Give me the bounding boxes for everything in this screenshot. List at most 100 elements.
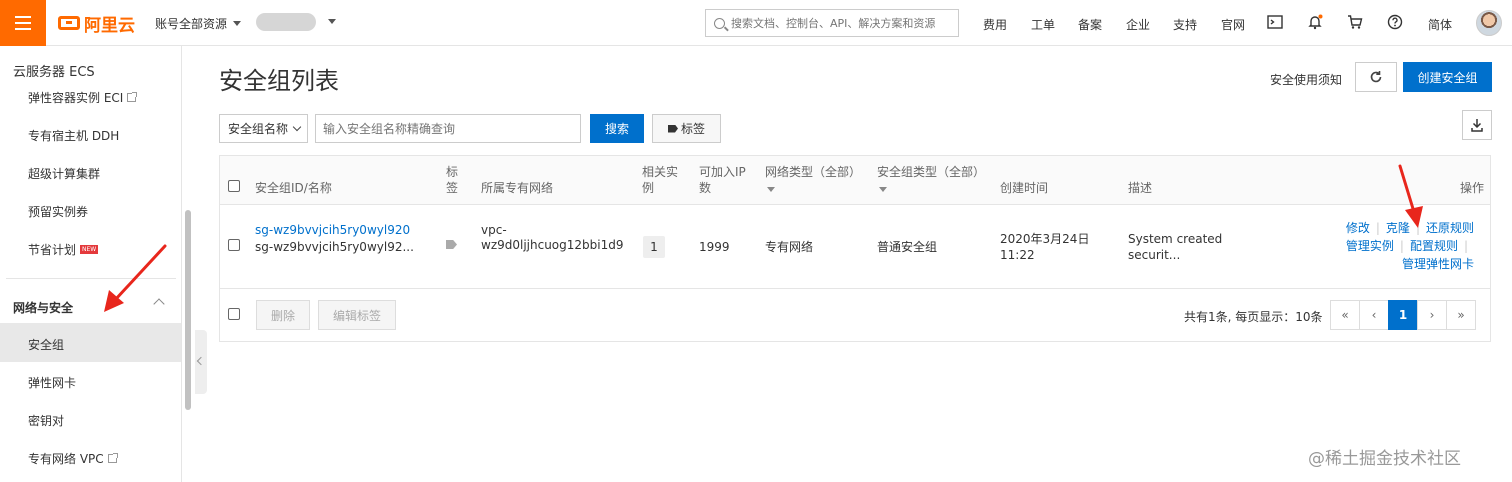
security-notice-link[interactable]: 安全使用须知 [1270,71,1342,88]
select-all-checkbox[interactable] [228,180,240,192]
header-network-type-filter[interactable]: 网络类型（全部） [765,164,861,180]
next-page-button[interactable]: › [1417,300,1447,330]
user-avatar[interactable] [1476,10,1502,36]
prev-page-button[interactable]: ‹ [1359,300,1389,330]
sidebar-item-eni[interactable]: 弹性网卡 [28,374,76,391]
related-instances-count[interactable]: 1 [643,236,665,258]
first-page-button[interactable]: « [1330,300,1360,330]
caret-down-icon[interactable] [767,187,775,192]
caret-down-icon[interactable] [328,19,336,24]
restore-rules-link[interactable]: 还原规则 [1426,221,1474,235]
header-related-instances: 例 [642,181,655,195]
sidebar-item-security-group[interactable]: 安全组 [28,336,64,353]
logo-text: 阿里云 [84,15,135,36]
clone-link[interactable]: 克隆 [1386,221,1410,235]
sidebar-item-keypair[interactable]: 密钥对 [28,412,64,429]
table-header: 安全组ID/名称 标 签 所属专有网络 相关实 例 可加入IP 数 网络类型（全… [220,156,1490,205]
sidebar-item-savings-plan[interactable]: 节省计划 NEW [28,241,99,258]
global-search-input[interactable] [731,16,951,30]
sidebar-item-label: 安全组 [28,338,65,352]
terminal-icon[interactable] [1267,14,1283,30]
hamburger-menu-icon[interactable] [0,0,46,46]
sidebar: 云服务器 ECS 弹性容器实例 ECI 专有宿主机 DDH 超级计算集群 预留实… [0,46,182,482]
header-id-name: 安全组ID/名称 [255,181,332,195]
sidebar-item-label: 专有宿主机 DDH [28,129,120,143]
security-group-id-link[interactable]: sg-wz9bvvjcih5ry0wyl920 [255,222,410,238]
chevron-up-icon[interactable] [153,298,165,310]
row-operations: 修改 | 克隆 | 还原规则 管理实例 | 配置规则 | 管理弹性网卡 [1345,221,1474,271]
configure-rules-link[interactable]: 配置规则 [1410,239,1458,253]
created-date: 2020年3月24日 [1000,232,1090,246]
tag-filter-button[interactable]: 标签 [652,114,721,143]
nav-enterprise[interactable]: 企业 [1126,16,1150,33]
sidebar-item-eci[interactable]: 弹性容器实例 ECI [28,89,138,106]
vpc-id: wz9d0ljjhcuog12bbi1d9 [481,238,624,252]
sidebar-item-ddh[interactable]: 专有宿主机 DDH [28,127,119,144]
refresh-icon [1370,71,1382,83]
nav-billing[interactable]: 费用 [983,16,1007,33]
modify-link[interactable]: 修改 [1346,221,1370,235]
aliyun-logo[interactable]: 阿里云 [58,12,135,36]
table-footer: 删除 编辑标签 共有1条, 每页显示：10条 « ‹ 1 › » [220,290,1490,342]
pagination-info: 共有1条, 每页显示：10条 [1184,310,1323,324]
last-page-button[interactable]: » [1446,300,1476,330]
sidebar-collapse-handle[interactable] [195,330,207,394]
sidebar-item-vpc[interactable]: 专有网络 VPC [28,450,118,467]
new-badge: NEW [80,245,99,254]
language-switch[interactable]: 简体 [1428,16,1452,33]
description: System created [1128,232,1223,246]
sidebar-item-reserved-instances[interactable]: 预留实例券 [28,203,88,220]
search-button[interactable]: 搜索 [590,114,644,143]
sidebar-item-label: 预留实例券 [28,205,89,219]
refresh-button[interactable] [1355,62,1397,92]
delete-button[interactable]: 删除 [256,300,310,330]
header-available-ip: 可加入IP [699,165,746,179]
footer-select-all-checkbox[interactable] [228,308,240,320]
security-group-table: 安全组ID/名称 标 签 所属专有网络 相关实 例 可加入IP 数 网络类型（全… [219,155,1491,342]
sidebar-item-scc[interactable]: 超级计算集群 [28,165,100,182]
security-group-type: 普通安全组 [877,240,938,254]
filter-field-value: 安全组名称 [228,122,289,136]
pagination: « ‹ 1 › » [1330,300,1476,330]
sidebar-group-network-security[interactable]: 网络与安全 [13,299,73,316]
nav-official-site[interactable]: 官网 [1221,16,1245,33]
row-checkbox[interactable] [228,239,240,251]
page-title: 安全组列表 [219,67,339,95]
nav-support[interactable]: 支持 [1173,16,1197,33]
create-security-group-button[interactable]: 创建安全组 [1403,62,1492,92]
nav-tickets[interactable]: 工单 [1031,16,1055,33]
caret-down-icon[interactable] [879,187,887,192]
sidebar-scrollbar[interactable] [185,210,191,410]
sidebar-item-label: 超级计算集群 [28,167,101,181]
page-1-button[interactable]: 1 [1388,300,1418,330]
cart-icon[interactable] [1347,14,1363,30]
header-vpc: 所属专有网络 [481,181,554,195]
blurred-account-name[interactable] [256,13,316,31]
header-tag: 签 [446,181,459,195]
nav-icp[interactable]: 备案 [1078,16,1102,33]
aliyun-logo-icon [58,16,80,30]
manage-eni-link[interactable]: 管理弹性网卡 [1402,257,1474,271]
tag-icon [667,124,678,133]
filter-search-input[interactable] [315,114,581,143]
tag-filter-label: 标签 [680,122,705,136]
export-button[interactable] [1462,110,1492,140]
help-icon[interactable] [1387,14,1403,30]
edit-tags-button[interactable]: 编辑标签 [318,300,396,330]
bell-icon[interactable] [1307,14,1323,30]
sidebar-title: 云服务器 ECS [13,65,95,80]
watermark: @稀土掘金技术社区 [1308,449,1461,469]
global-search[interactable] [705,9,959,37]
header-description: 描述 [1128,181,1153,195]
account-resource-select[interactable]: 账号全部资源 [155,15,242,32]
header-related-instances: 相关实 [642,165,679,179]
network-type: 专有网络 [765,240,814,254]
sidebar-item-label: 弹性容器实例 ECI [28,91,124,105]
account-label: 账号全部资源 [155,17,228,31]
tag-icon[interactable] [446,240,457,249]
external-link-icon [127,92,138,102]
manage-instances-link[interactable]: 管理实例 [1346,239,1394,253]
header-sg-type-filter[interactable]: 安全组类型（全部） [877,164,985,180]
filter-field-select[interactable]: 安全组名称 [219,114,308,143]
top-bar: 阿里云 账号全部资源 费用 工单 备案 企业 支持 官网 简体 [0,0,1512,46]
